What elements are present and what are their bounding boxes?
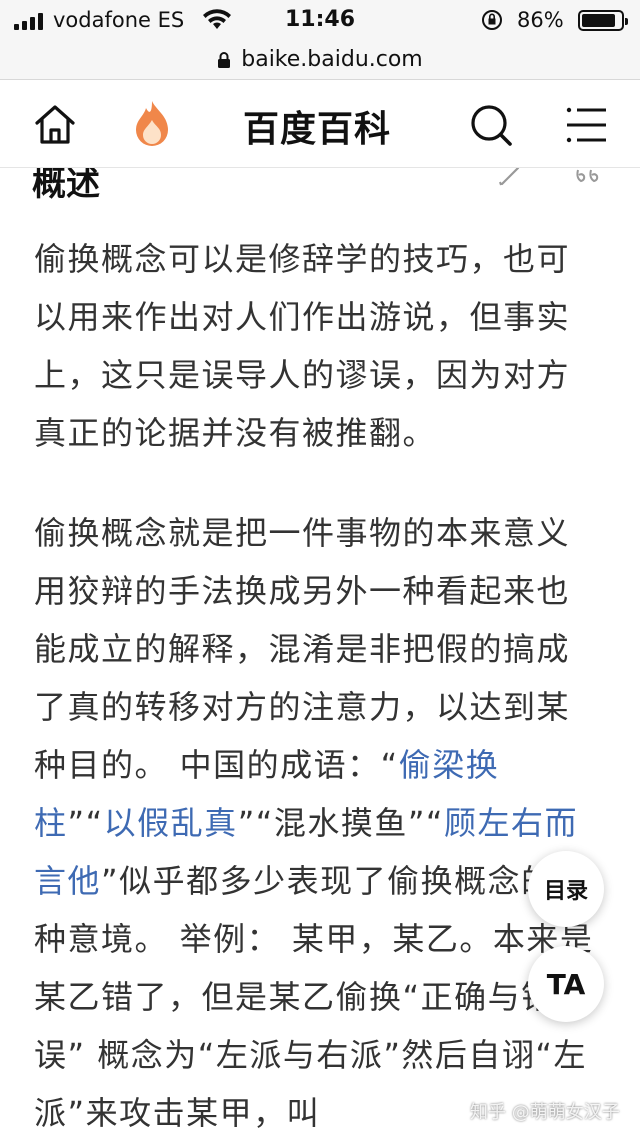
table-of-contents-button[interactable]: 目录: [528, 851, 604, 927]
home-icon[interactable]: [32, 102, 78, 148]
edit-icon[interactable]: [496, 168, 526, 186]
site-header: 百度百科: [0, 80, 640, 168]
search-icon[interactable]: [468, 102, 514, 148]
padlock-icon: [218, 51, 231, 68]
ta-button[interactable]: TA: [528, 946, 604, 1022]
idiom-link-2[interactable]: 以假乱真: [104, 804, 238, 842]
paragraph-2-text-b: ”“: [67, 804, 104, 842]
paragraph-2-text-d: ”似乎都多少表现了偷换概念的那种意境。 举例： 某甲，某乙。本来是某乙错了，但是…: [34, 862, 594, 1132]
paragraph-1: 偷换概念可以是修辞学的技巧，也可以用来作出对人们作出游说，但事实上，这只是误导人…: [34, 240, 571, 452]
battery-icon: [578, 10, 628, 31]
watermark: 知乎 @萌萌女汉子: [470, 1102, 620, 1123]
paragraph-2-text-c: ”“混水摸鱼”“: [237, 804, 445, 842]
section-heading: 概述: [32, 168, 100, 204]
rotation-lock-icon: [482, 10, 502, 30]
status-bar: vodafone ES 11:46 86%: [0, 0, 640, 40]
paragraph-2: 偷换概念就是把一件事物的本来意义用狡辩的手法换成另外一种看起来也能成立的解释，混…: [34, 504, 594, 1136]
paragraph-2-text-a: 偷换概念就是把一件事物的本来意义用狡辩的手法换成另外一种看起来也能成立的解释，混…: [34, 514, 571, 784]
page-title[interactable]: 百度百科: [243, 100, 391, 152]
flame-icon[interactable]: [128, 98, 176, 150]
menu-icon[interactable]: [564, 102, 610, 148]
url-text: baike.baidu.com: [241, 47, 423, 72]
battery-percent: 86%: [517, 8, 564, 32]
url-bar[interactable]: baike.baidu.com: [0, 40, 640, 80]
quote-icon[interactable]: [574, 168, 604, 186]
